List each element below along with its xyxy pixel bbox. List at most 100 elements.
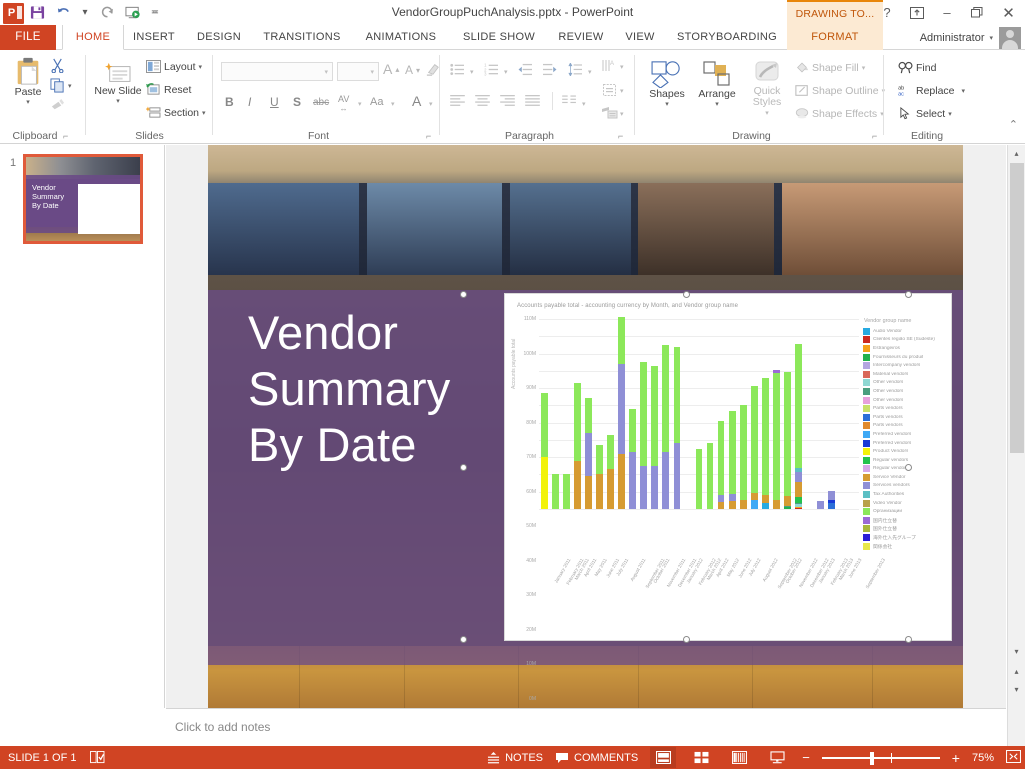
quick-styles-caret-icon[interactable]: ▾ xyxy=(765,108,769,119)
select-button[interactable]: Select ▾ xyxy=(898,107,952,120)
proofing-icon[interactable] xyxy=(90,751,105,764)
shapes-caret-icon[interactable]: ▾ xyxy=(665,100,669,108)
vertical-scrollbar[interactable]: ▴ ▾ ▴ ▾ xyxy=(1007,145,1025,746)
bold-button[interactable]: B xyxy=(225,95,234,109)
convert-to-smartart-caret-icon[interactable]: ▾ xyxy=(620,110,624,118)
save-icon[interactable] xyxy=(24,0,50,25)
zoom-out-button[interactable]: − xyxy=(802,750,810,765)
tab-insert[interactable]: INSERT xyxy=(126,25,182,50)
undo-dropdown-caret[interactable]: ▾ xyxy=(76,0,94,25)
redo-icon[interactable] xyxy=(94,0,120,25)
scroll-down-icon[interactable]: ▾ xyxy=(1008,643,1025,660)
shape-effects-button[interactable]: Shape Effects ▾ xyxy=(795,107,884,120)
tab-review[interactable]: REVIEW xyxy=(550,25,612,50)
paste-button[interactable]: Paste ▾ xyxy=(6,56,50,106)
ribbon-display-options-icon[interactable] xyxy=(902,0,932,25)
new-slide-button[interactable]: New Slide ▾ xyxy=(94,62,142,105)
tab-animations[interactable]: ANIMATIONS xyxy=(354,25,448,50)
decrease-indent-icon[interactable] xyxy=(518,63,533,76)
undo-icon[interactable] xyxy=(50,0,76,25)
slideshow-view-button[interactable] xyxy=(764,747,790,768)
align-center-icon[interactable] xyxy=(475,95,490,106)
next-slide-icon[interactable]: ▾ xyxy=(1008,681,1025,698)
grow-font-button[interactable]: A ▴ xyxy=(383,61,399,77)
quick-styles-button[interactable]: Quick Styles ▾ xyxy=(743,60,791,119)
help-icon[interactable]: ? xyxy=(872,0,902,25)
zoom-level-label[interactable]: 75% xyxy=(972,752,994,764)
columns-icon[interactable] xyxy=(562,95,577,106)
line-spacing-icon[interactable] xyxy=(568,63,583,76)
line-spacing-caret-icon[interactable]: ▾ xyxy=(588,68,592,76)
resize-handle-sw[interactable] xyxy=(460,636,467,643)
increase-indent-icon[interactable] xyxy=(542,63,557,76)
arrange-caret-icon[interactable]: ▾ xyxy=(715,100,719,108)
align-right-icon[interactable] xyxy=(500,95,515,106)
justify-icon[interactable] xyxy=(525,95,540,106)
columns-caret-icon[interactable]: ▾ xyxy=(582,100,586,108)
font-size-caret-icon[interactable]: ▾ xyxy=(370,68,374,76)
convert-to-smartart-icon[interactable] xyxy=(602,106,618,120)
tab-storyboarding[interactable]: STORYBOARDING xyxy=(666,25,788,50)
tab-file[interactable]: FILE xyxy=(0,25,56,50)
text-direction-icon[interactable]: A xyxy=(602,59,618,73)
reading-view-button[interactable] xyxy=(726,747,752,768)
shrink-font-button[interactable]: A ▾ xyxy=(405,63,420,77)
zoom-slider[interactable] xyxy=(821,751,940,765)
tab-design[interactable]: DESIGN xyxy=(188,25,250,50)
clear-formatting-icon[interactable] xyxy=(426,62,440,76)
cut-button[interactable] xyxy=(50,58,65,73)
notes-pane[interactable]: Click to add notes xyxy=(166,708,1006,746)
resize-handle-nw[interactable] xyxy=(460,291,467,298)
shapes-button[interactable]: Shapes ▾ xyxy=(643,60,691,108)
strikethrough-button[interactable]: abc xyxy=(313,97,329,108)
copy-button[interactable]: ▾ xyxy=(50,78,72,93)
resize-handle-e[interactable] xyxy=(905,464,912,471)
start-slideshow-icon[interactable] xyxy=(120,0,146,25)
find-button[interactable]: Find xyxy=(898,61,936,74)
align-left-icon[interactable] xyxy=(450,95,465,106)
close-button[interactable]: ✕ xyxy=(992,0,1025,25)
format-painter-button[interactable] xyxy=(50,98,65,113)
font-color-button[interactable]: A xyxy=(412,93,421,109)
resize-handle-n[interactable] xyxy=(683,291,690,298)
slide-thumbnail-1[interactable]: Vendor Summary By Date xyxy=(23,154,143,244)
account-area[interactable]: Administrator ▾ xyxy=(920,25,1021,50)
resize-handle-ne[interactable] xyxy=(905,291,912,298)
font-dialog-launcher[interactable]: ⌐ xyxy=(426,131,431,141)
restore-button[interactable] xyxy=(962,0,992,25)
arrange-button[interactable]: Arrange ▾ xyxy=(693,60,741,108)
paste-caret-icon[interactable]: ▾ xyxy=(26,98,30,106)
section-button[interactable]: Section ▾ xyxy=(146,106,206,119)
text-direction-caret-icon[interactable]: ▾ xyxy=(620,63,624,71)
font-size-input[interactable]: ▾ xyxy=(337,62,379,81)
clipboard-dialog-launcher[interactable]: ⌐ xyxy=(63,131,68,141)
character-spacing-button[interactable]: AV ↔ xyxy=(338,94,349,113)
account-caret-icon[interactable]: ▾ xyxy=(989,34,993,42)
minimize-button[interactable]: – xyxy=(932,0,962,25)
new-slide-caret-icon[interactable]: ▾ xyxy=(116,97,120,105)
layout-caret-icon[interactable]: ▾ xyxy=(199,63,203,71)
text-shadow-button[interactable]: S xyxy=(293,95,301,109)
avatar[interactable] xyxy=(999,26,1021,49)
replace-caret-icon[interactable]: ▾ xyxy=(962,87,966,95)
reset-button[interactable]: Reset xyxy=(146,83,191,96)
numbering-icon[interactable]: 123 xyxy=(484,63,499,76)
collapse-ribbon-icon[interactable]: ⌃ xyxy=(1009,118,1018,131)
character-spacing-caret-icon[interactable]: ▾ xyxy=(358,100,362,108)
font-name-caret-icon[interactable]: ▾ xyxy=(324,68,328,76)
zoom-in-button[interactable]: + xyxy=(952,750,960,766)
layout-button[interactable]: Layout ▾ xyxy=(146,60,202,73)
customize-qat-icon[interactable]: ≖ xyxy=(146,0,164,25)
resize-handle-w[interactable] xyxy=(460,464,467,471)
tab-view[interactable]: VIEW xyxy=(616,25,664,50)
fit-slide-to-window-button[interactable] xyxy=(1006,749,1021,766)
scrollbar-thumb[interactable] xyxy=(1010,163,1024,453)
scroll-up-icon[interactable]: ▴ xyxy=(1008,145,1025,162)
tab-slide-show[interactable]: SLIDE SHOW xyxy=(452,25,546,50)
change-case-caret-icon[interactable]: ▾ xyxy=(391,100,395,108)
numbering-caret-icon[interactable]: ▾ xyxy=(504,68,508,76)
notes-button[interactable]: NOTES xyxy=(487,751,543,764)
replace-button[interactable]: ab ac Replace ▾ xyxy=(898,84,966,98)
underline-button[interactable]: U xyxy=(270,95,279,109)
font-color-caret-icon[interactable]: ▾ xyxy=(429,100,433,108)
